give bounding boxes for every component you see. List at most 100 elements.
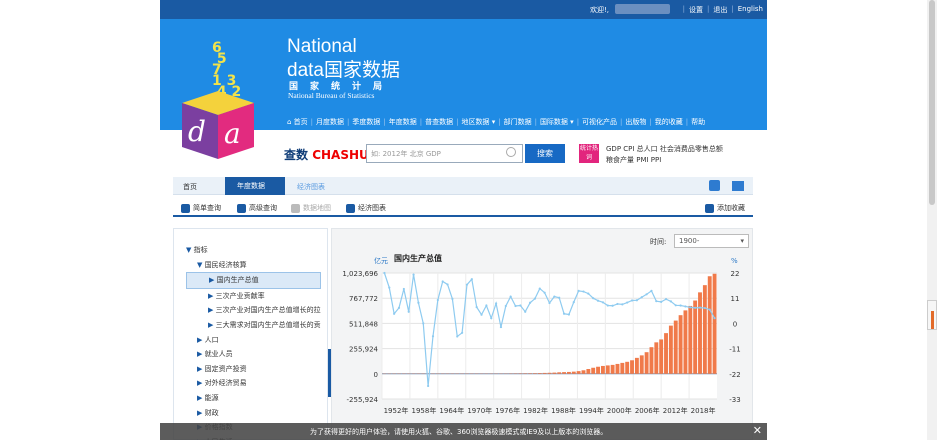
tree-item[interactable]: ▶ 固定资产投资 [186,362,321,377]
growth-point[interactable] [596,299,600,302]
search-input[interactable]: 如: 2012年 北京 GDP [366,144,523,163]
search-button[interactable]: 搜索 [525,144,565,163]
caret-right-icon[interactable]: ▶ [197,350,205,358]
growth-point[interactable] [388,286,391,289]
growth-point[interactable] [572,300,575,304]
growth-point[interactable] [626,301,629,304]
growth-point[interactable] [499,325,503,329]
logout-link[interactable]: 退出 [713,5,727,15]
caret-down-icon[interactable]: ▼ [186,246,194,254]
caret-right-icon[interactable]: ▶ [197,394,205,402]
growth-point[interactable] [592,297,595,300]
growth-point[interactable] [669,300,672,303]
tree-item[interactable]: ▶ 能源 [186,391,321,406]
gdp-bar[interactable] [693,300,698,374]
growth-point[interactable] [558,296,561,299]
growth-point[interactable] [635,299,638,302]
gdp-bar[interactable] [659,339,664,374]
growth-point[interactable] [548,301,551,305]
nav-item[interactable]: 月度数据 [313,117,347,127]
gdp-bar[interactable] [615,363,620,374]
growth-point[interactable] [645,293,648,296]
gdp-bar[interactable] [698,292,702,374]
growth-point[interactable] [456,335,459,338]
breadcrumb-current[interactable]: 年度数据 [225,177,285,195]
growth-point[interactable] [470,278,473,281]
gdp-bar[interactable] [702,285,707,374]
nav-item[interactable]: 季度数据 [349,117,383,127]
growth-point[interactable] [674,304,677,307]
growth-point[interactable] [475,306,478,309]
gdp-bar[interactable] [639,355,644,374]
gdp-bar[interactable] [673,320,678,374]
page-scrollbar[interactable] [927,0,937,440]
settings-link[interactable]: 设置 [689,5,703,15]
caret-right-icon[interactable]: ▶ [208,306,216,314]
gdp-bar[interactable] [576,371,581,374]
tree-item[interactable]: ▶ 财政 [186,406,321,421]
growth-point[interactable] [606,304,609,307]
tree-item[interactable]: ▶ 三大需求对国内生产总值增长的贡 [186,318,321,333]
growth-point[interactable] [427,384,430,388]
growth-point[interactable] [538,287,541,290]
gdp-bar[interactable] [528,373,533,374]
gdp-bar[interactable] [634,357,639,374]
nav-item[interactable]: 可视化产品 [579,117,620,127]
growth-point[interactable] [713,317,716,320]
growth-point[interactable] [533,297,537,300]
tree-item[interactable]: ▶ 就业人员 [186,347,321,362]
gdp-bar[interactable] [562,372,567,374]
growth-point[interactable] [562,312,566,315]
gdp-bar[interactable] [620,362,625,374]
growth-point[interactable] [630,299,634,302]
growth-point[interactable] [703,306,706,310]
growth-point[interactable] [577,289,580,292]
growth-point[interactable] [441,280,444,283]
gdp-bar[interactable] [566,371,571,374]
gdp-bar[interactable] [547,372,552,374]
growth-point[interactable] [446,283,449,286]
growth-point[interactable] [708,308,711,311]
growth-point[interactable] [601,301,605,304]
tree-item[interactable]: ▶ 对外经济贸易 [186,376,321,391]
growth-point[interactable] [679,304,682,307]
growth-point[interactable] [514,304,517,308]
gdp-bar[interactable] [630,360,634,374]
gdp-bar[interactable] [664,333,668,374]
growth-point[interactable] [684,305,687,308]
nav-item[interactable]: 国际数据 ▾ [537,117,577,127]
gdp-bar[interactable] [644,352,649,374]
gdp-bar[interactable] [707,276,712,374]
growth-point[interactable] [660,300,663,303]
close-icon[interactable]: ✕ [753,424,762,437]
growth-point[interactable] [431,335,435,338]
breadcrumb-home[interactable]: 首页 [183,182,197,192]
hot-words-2[interactable]: 粮食产量 PMI PPI [606,155,661,165]
growth-point[interactable] [383,271,386,275]
nav-item[interactable]: 部门数据 [501,117,535,127]
nav-item[interactable]: 普查数据 [422,117,456,127]
growth-point[interactable] [402,287,405,291]
print-icon[interactable] [732,181,744,191]
growth-point[interactable] [587,292,590,295]
tree-item[interactable]: ▶ 三次产业贡献率 [186,289,321,304]
growth-point[interactable] [494,302,498,305]
gdp-bar[interactable] [712,273,717,374]
add-favorite-button[interactable]: 添加收藏 [705,203,745,213]
upload-icon[interactable] [709,180,720,191]
growth-point[interactable] [689,306,692,309]
growth-point[interactable] [611,304,614,307]
nav-item[interactable]: ⌂ 首页 [284,117,311,127]
tree-item[interactable]: ▼ 国民经济核算 [186,258,321,273]
caret-down-icon[interactable]: ▼ [197,261,205,269]
growth-point[interactable] [393,312,396,315]
nav-item[interactable]: 出版物 [622,117,649,127]
growth-point[interactable] [528,301,532,304]
growth-point[interactable] [407,310,410,313]
gdp-bar[interactable] [600,365,605,374]
growth-point[interactable] [616,302,619,306]
gdp-bar[interactable] [591,367,596,374]
gdp-bar[interactable] [596,366,600,374]
tree-item[interactable]: ▼ 指标 [186,243,321,258]
gdp-bar[interactable] [625,361,630,374]
